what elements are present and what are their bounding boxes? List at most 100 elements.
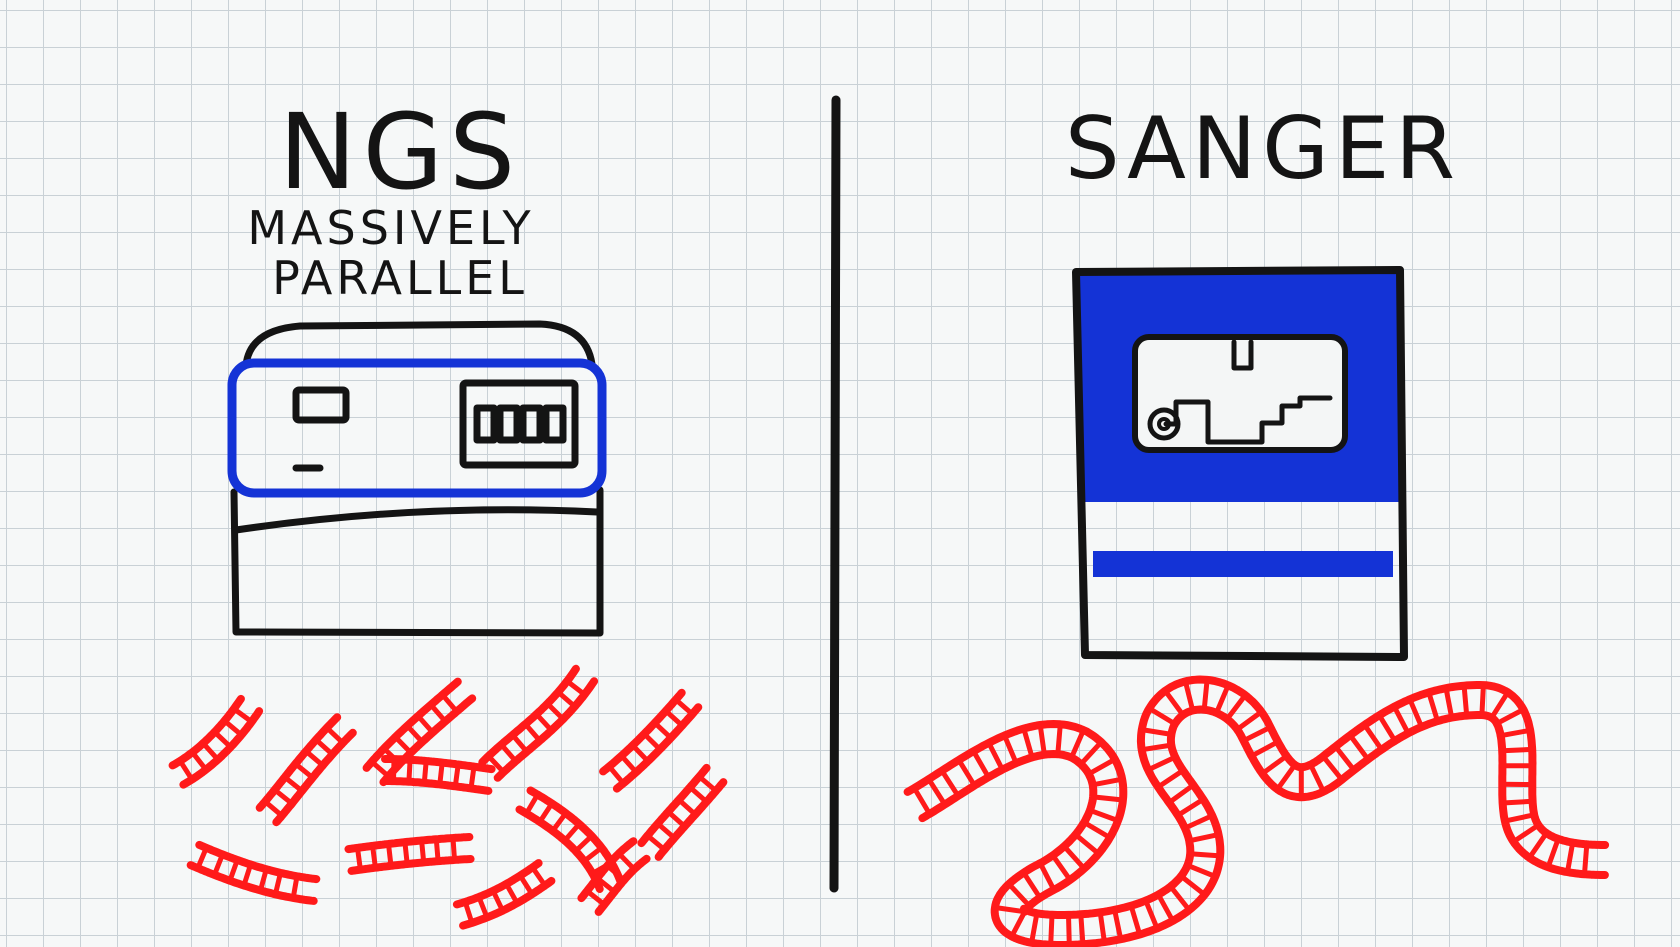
- dna-rung: [227, 857, 240, 884]
- dna-rung: [1009, 907, 1029, 939]
- dna-rung: [1214, 682, 1231, 716]
- ngs-title: NGS: [279, 91, 521, 213]
- dna-rung: [415, 713, 436, 735]
- ngs-subtitle-line2: PARALLEL: [272, 251, 528, 305]
- dna-rung: [1461, 683, 1470, 719]
- dna-fragment: [344, 833, 475, 875]
- dna-rung: [986, 740, 1005, 773]
- ngs-subtitle-line1: MASSIVELY: [247, 201, 534, 255]
- dna-rung: [262, 799, 285, 819]
- dna-fragment: [478, 664, 599, 782]
- short-dna-fragments-icon: [168, 664, 728, 930]
- dna-rung: [1224, 692, 1248, 722]
- dna-rung: [1078, 739, 1104, 767]
- dna-rung: [498, 742, 519, 764]
- dna-rung: [1168, 884, 1192, 913]
- dna-fragment: [637, 763, 728, 861]
- dna-rung: [1037, 722, 1047, 758]
- dna-rung: [619, 753, 639, 775]
- dna-fragment: [186, 840, 321, 905]
- dna-rung: [971, 748, 991, 780]
- dna-rung: [1155, 892, 1176, 924]
- center-divider: [829, 95, 841, 893]
- dna-rung: [1055, 721, 1063, 757]
- dna-rung: [1112, 907, 1124, 942]
- dna-rung: [1178, 873, 1208, 898]
- dna-rung: [369, 759, 391, 779]
- dna-rung: [452, 762, 461, 789]
- dna-fragment: [255, 713, 357, 827]
- dna-rung: [665, 809, 688, 829]
- dna-rung: [1259, 753, 1290, 777]
- dna-rung: [1050, 852, 1073, 883]
- dna-rung: [673, 697, 695, 717]
- dna-rung: [1511, 822, 1541, 845]
- dna-rung: [1029, 910, 1040, 946]
- dna-rung: [1502, 812, 1537, 824]
- dna-rung: [468, 764, 477, 791]
- dna-rung: [200, 740, 221, 763]
- dna-rung: [503, 881, 520, 906]
- dna-fragment: [168, 694, 264, 789]
- dna-rung: [537, 801, 555, 825]
- dna-rung: [911, 785, 933, 817]
- dna-rung: [1166, 782, 1196, 806]
- dna-rung: [926, 776, 948, 807]
- dna-rung: [293, 761, 316, 781]
- dna-backbone-left: [493, 677, 599, 782]
- dna-rung: [1498, 727, 1533, 739]
- dna-rung: [1048, 912, 1055, 947]
- dna-rung: [324, 725, 346, 746]
- dna-rung: [1234, 709, 1264, 732]
- dna-rung: [241, 862, 254, 888]
- sanger-title: SANGER: [1065, 99, 1461, 199]
- dna-rung: [439, 692, 460, 714]
- dna-rung: [956, 757, 977, 788]
- dna-rung: [1494, 707, 1526, 727]
- dna-rung: [1081, 819, 1113, 841]
- dna-rung: [462, 899, 475, 926]
- dna-rung: [406, 757, 413, 785]
- dna-rung: [676, 797, 698, 817]
- dna-rung: [1241, 724, 1273, 744]
- dna-rung: [177, 758, 195, 782]
- dna-rung: [1308, 762, 1326, 795]
- dna-rung: [517, 873, 535, 897]
- dna-rung: [212, 729, 234, 750]
- sanger-sequencer-icon: [1072, 266, 1408, 661]
- dna-rung: [655, 821, 677, 841]
- dna-rung: [1162, 688, 1186, 718]
- dna-rung: [421, 758, 429, 786]
- dna-rung: [1187, 851, 1223, 859]
- dna-rung: [370, 843, 378, 871]
- dna-rung: [1061, 843, 1087, 872]
- dna-rung: [386, 841, 394, 869]
- comparison-diagram: NGS MASSIVELY PARALLEL SANGER: [168, 91, 1610, 947]
- dna-rung: [1407, 696, 1425, 730]
- dna-rung: [1086, 756, 1118, 777]
- dna-rung: [1499, 746, 1535, 754]
- dna-rung: [211, 851, 225, 878]
- dna-rung: [510, 732, 530, 755]
- dna-rung: [272, 870, 283, 897]
- dna-rung: [258, 866, 269, 893]
- dna-rung: [1097, 909, 1107, 945]
- dna-rung: [606, 763, 626, 786]
- dna-rung: [1274, 762, 1298, 792]
- dna-rung: [1146, 705, 1178, 727]
- dna-rung: [522, 721, 543, 744]
- dna-rung: [1006, 881, 1032, 909]
- dna-rung: [1347, 732, 1371, 762]
- dna-rung: [231, 706, 255, 725]
- dna-rung: [1021, 870, 1043, 901]
- dna-rung: [616, 851, 637, 872]
- dna-rung: [584, 888, 607, 908]
- dna-rung: [1185, 862, 1218, 879]
- dna-rung: [272, 787, 295, 807]
- dna-rung: [630, 742, 651, 764]
- dna-rung: [282, 774, 305, 794]
- dna-rung: [581, 845, 605, 864]
- dna-backbone-right: [168, 694, 245, 770]
- dna-rung: [404, 723, 425, 745]
- dna-rung: [687, 784, 709, 805]
